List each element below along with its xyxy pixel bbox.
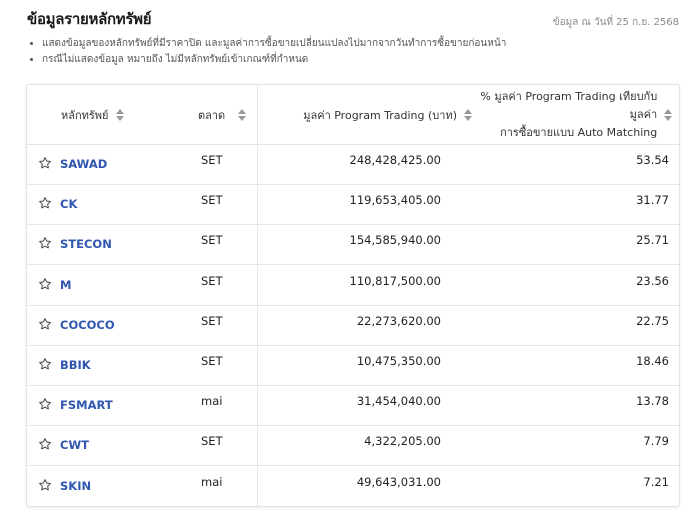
column-header-pct-line1: % มูลค่า Program Trading เทียบกับมูลค่า	[480, 89, 658, 121]
market-cell: mai	[201, 394, 223, 409]
program-trading-value-cell: 4,322,205.00	[364, 434, 441, 449]
securities-table: หลักทรัพย์ ตลาด มูลค่า Program Trading (…	[26, 84, 680, 507]
column-header-program-trading-pct[interactable]: % มูลค่า Program Trading เทียบกับมูลค่า …	[457, 85, 673, 144]
table-row: STECON SET 154,585,940.00 25.71	[27, 224, 679, 266]
market-cell: SET	[201, 233, 223, 248]
column-header-pct-line2: การซื้อขายแบบ Auto Matching	[500, 125, 658, 139]
program-trading-value-cell: 110,817,500.00	[349, 273, 441, 288]
data-as-of-date: ข้อมูล ณ วันที่ 25 ก.ย. 2568	[552, 17, 679, 28]
sort-icon[interactable]	[115, 108, 125, 122]
note-item: กรณีไม่แสดงข้อมูล หมายถึง ไม่มีหลักทรัพย…	[42, 52, 506, 68]
program-trading-pct-cell: 13.78	[636, 394, 669, 409]
symbol-link[interactable]: CK	[60, 197, 77, 211]
note-item: แสดงข้อมูลของหลักทรัพย์ที่มีราคาปิด และม…	[42, 36, 506, 52]
program-trading-pct-cell: 7.79	[643, 434, 669, 449]
star-icon[interactable]	[38, 397, 52, 411]
sort-icon[interactable]	[237, 108, 247, 122]
market-cell: SET	[201, 354, 223, 368]
star-icon[interactable]	[38, 317, 52, 331]
column-header-program-trading-value[interactable]: มูลค่า Program Trading (บาท)	[257, 85, 473, 144]
page-title: ข้อมูลรายหลักทรัพย์	[27, 10, 152, 28]
star-icon[interactable]	[38, 478, 52, 492]
market-cell: SET	[201, 273, 223, 288]
program-trading-pct-cell: 31.77	[636, 193, 669, 208]
table-row: SAWAD SET 248,428,425.00 53.54	[27, 144, 679, 185]
market-cell: SET	[201, 434, 223, 449]
table-row: FSMART mai 31,454,040.00 13.78	[27, 385, 679, 427]
program-trading-pct-cell: 53.54	[636, 153, 669, 167]
table-row: SKIN mai 49,643,031.00 7.21	[27, 466, 679, 506]
program-trading-value-cell: 10,475,350.00	[356, 354, 441, 368]
column-header-value-label: มูลค่า Program Trading (บาท)	[303, 108, 457, 122]
program-trading-value-cell: 31,454,040.00	[356, 394, 441, 409]
program-trading-pct-cell: 7.21	[643, 474, 669, 489]
symbol-link[interactable]: FSMART	[60, 398, 113, 412]
star-icon[interactable]	[38, 437, 52, 451]
table-row: COCOCO SET 22,273,620.00 22.75	[27, 305, 679, 346]
table-row: BBIK SET 10,475,350.00 18.46	[27, 345, 679, 386]
program-trading-pct-cell: 23.56	[636, 273, 669, 288]
star-icon[interactable]	[38, 156, 52, 170]
program-trading-value-cell: 119,653,405.00	[349, 193, 441, 208]
market-cell: SET	[201, 313, 223, 328]
column-header-market-label: ตลาด	[198, 108, 226, 122]
program-trading-pct-cell: 22.75	[636, 313, 669, 328]
program-trading-value-cell: 154,585,940.00	[349, 233, 441, 248]
program-trading-value-cell: 22,273,620.00	[356, 313, 441, 328]
symbol-link[interactable]: COCOCO	[60, 318, 115, 332]
notes-list: แสดงข้อมูลของหลักทรัพย์ที่มีราคาปิด และม…	[30, 36, 506, 67]
program-trading-value-cell: 49,643,031.00	[356, 474, 441, 489]
market-cell: SET	[201, 153, 223, 167]
star-icon[interactable]	[38, 357, 52, 371]
market-cell: SET	[201, 193, 223, 208]
sort-icon[interactable]	[663, 108, 673, 122]
star-icon[interactable]	[38, 277, 52, 291]
program-trading-pct-cell: 18.46	[636, 354, 669, 368]
table-row: M SET 110,817,500.00 23.56	[27, 265, 679, 306]
symbol-link[interactable]: BBIK	[60, 358, 91, 372]
market-cell: mai	[201, 474, 223, 489]
column-header-pct-label: % มูลค่า Program Trading เทียบกับมูลค่า …	[457, 88, 657, 142]
program-trading-value-cell: 248,428,425.00	[349, 153, 441, 167]
symbol-link[interactable]: SKIN	[60, 479, 91, 493]
table-header: หลักทรัพย์ ตลาด มูลค่า Program Trading (…	[27, 85, 679, 145]
star-icon[interactable]	[38, 236, 52, 250]
symbol-link[interactable]: STECON	[60, 237, 112, 251]
program-trading-pct-cell: 25.71	[636, 233, 669, 248]
column-header-symbol[interactable]: หลักทรัพย์	[61, 85, 201, 144]
symbol-link[interactable]: M	[60, 278, 71, 292]
star-icon[interactable]	[38, 196, 52, 210]
table-row: CK SET 119,653,405.00 31.77	[27, 184, 679, 226]
table-row: CWT SET 4,322,205.00 7.79	[27, 425, 679, 467]
symbol-link[interactable]: CWT	[60, 438, 89, 452]
symbol-link[interactable]: SAWAD	[60, 157, 107, 171]
column-header-symbol-label: หลักทรัพย์	[61, 108, 109, 122]
